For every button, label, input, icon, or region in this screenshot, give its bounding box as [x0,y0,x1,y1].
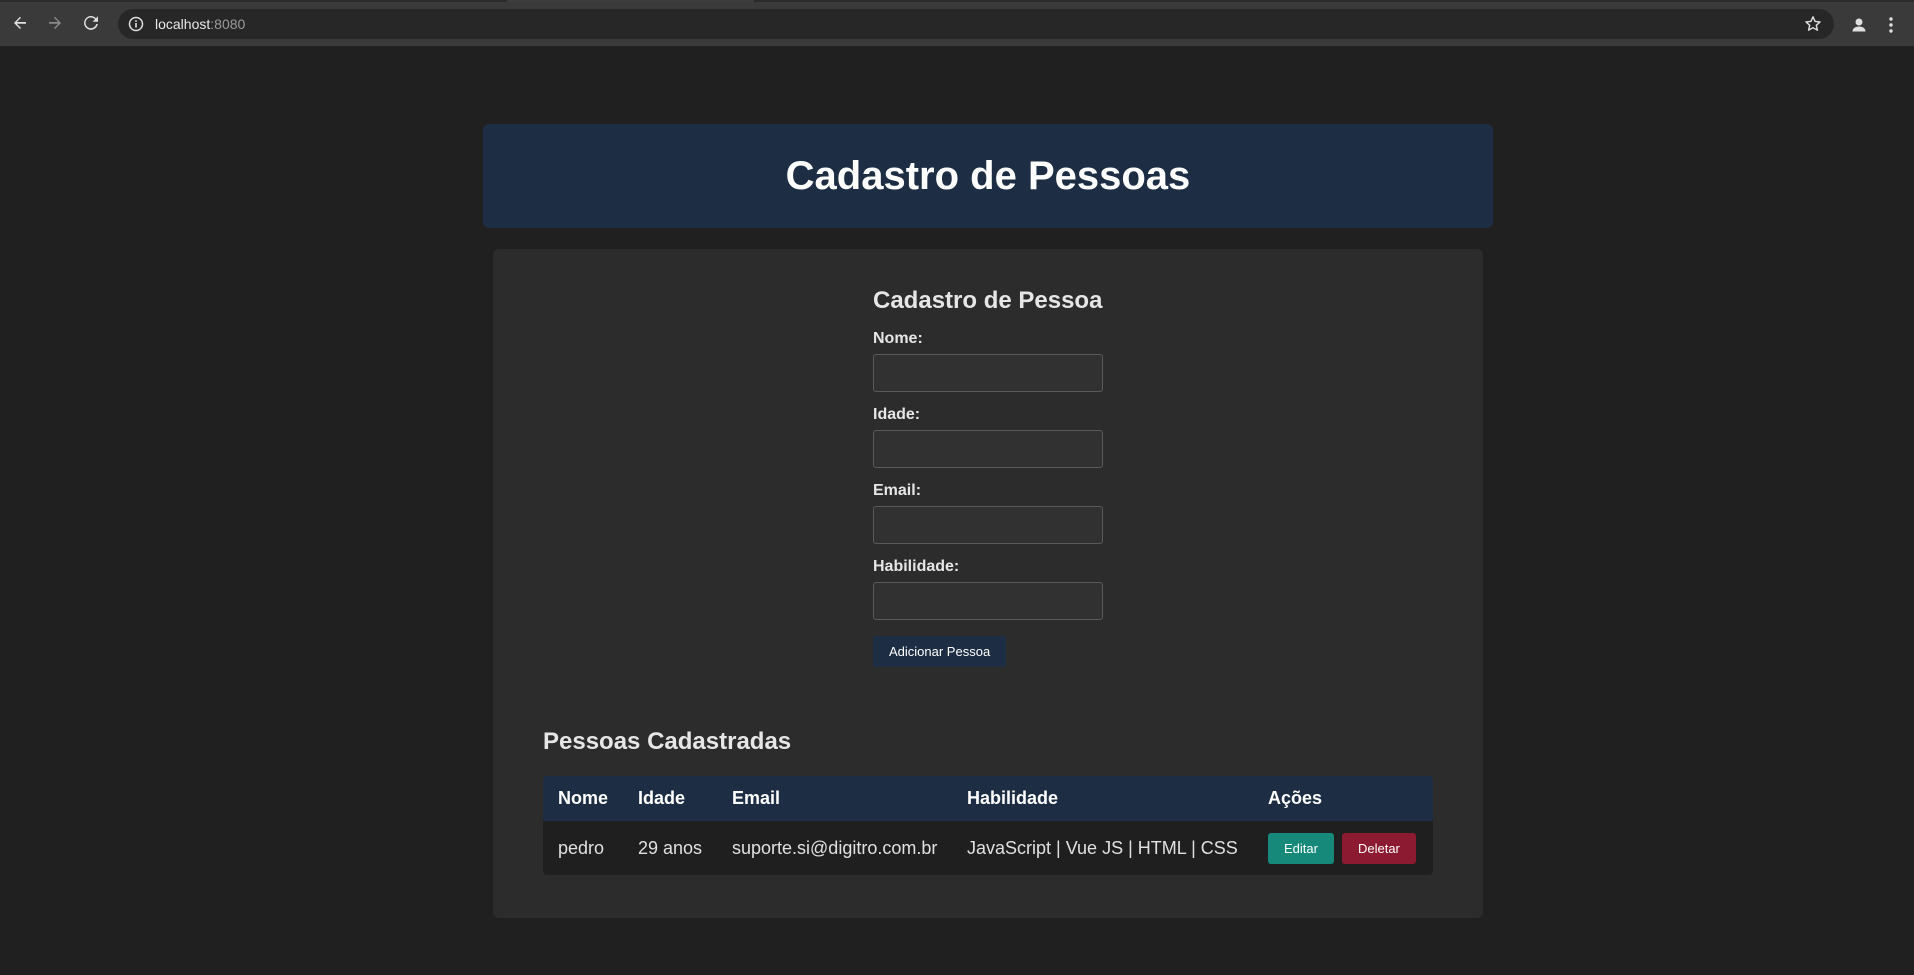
column-header-habilidade: Habilidade [967,788,1059,808]
address-bar[interactable]: localhost:8080 [118,9,1834,39]
back-button[interactable] [9,12,31,34]
page-title: Cadastro de Pessoas [785,153,1191,198]
habilidade-label: Habilidade: [873,558,960,575]
cell-acoes: Editar Deletar [1268,821,1416,875]
column-header-email: Email [732,788,781,808]
page-header: Cadastro de Pessoas [483,124,1493,228]
browser-toolbar: localhost:8080 [0,2,1914,46]
cell-nome: pedro [558,837,605,858]
form-title: Cadastro de Pessoa [873,287,1103,314]
cell-idade: 29 anos [638,837,703,858]
menu-icon[interactable] [1886,15,1896,35]
list-title: Pessoas Cadastradas [543,728,792,755]
people-table: Nome Idade Email Habilidade Ações pedro … [543,776,1433,875]
reload-icon [84,16,98,30]
column-header-nome: Nome [558,788,609,808]
person-form: Cadastro de Pessoa Nome: Idade: Email: H… [873,287,1113,667]
forward-button[interactable] [44,12,66,34]
back-icon [14,16,26,29]
profile-icon[interactable] [1849,15,1869,35]
table-row: pedro 29 anos suporte.si@digitro.com.br … [543,821,1433,875]
url-port: :8080 [210,16,246,32]
email-label: Email: [873,482,922,499]
column-header-idade: Idade [638,788,686,808]
edit-button[interactable]: Editar [1268,832,1334,864]
idade-input[interactable] [873,430,1103,468]
star-icon[interactable] [1804,15,1822,33]
info-icon[interactable] [128,16,144,32]
habilidade-input[interactable] [873,582,1103,620]
idade-label: Idade: [873,406,921,423]
reload-button[interactable] [80,12,102,34]
table-header-row: Nome Idade Email Habilidade Ações [543,776,1433,821]
add-person-button[interactable]: Adicionar Pessoa [873,636,1007,667]
main-card: Cadastro de Pessoa Nome: Idade: Email: H… [493,249,1483,918]
delete-button[interactable]: Deletar [1341,832,1416,864]
cell-email: suporte.si@digitro.com.br [732,837,938,858]
nome-input[interactable] [873,354,1103,392]
url-host: localhost [155,16,211,32]
url-text[interactable]: localhost:8080 [155,16,245,32]
forward-icon [49,16,61,29]
nome-label: Nome: [873,330,923,347]
cell-habilidade: JavaScript | Vue JS | HTML | CSS [967,837,1238,858]
email-input[interactable] [873,506,1103,544]
column-header-acoes: Ações [1268,788,1323,808]
